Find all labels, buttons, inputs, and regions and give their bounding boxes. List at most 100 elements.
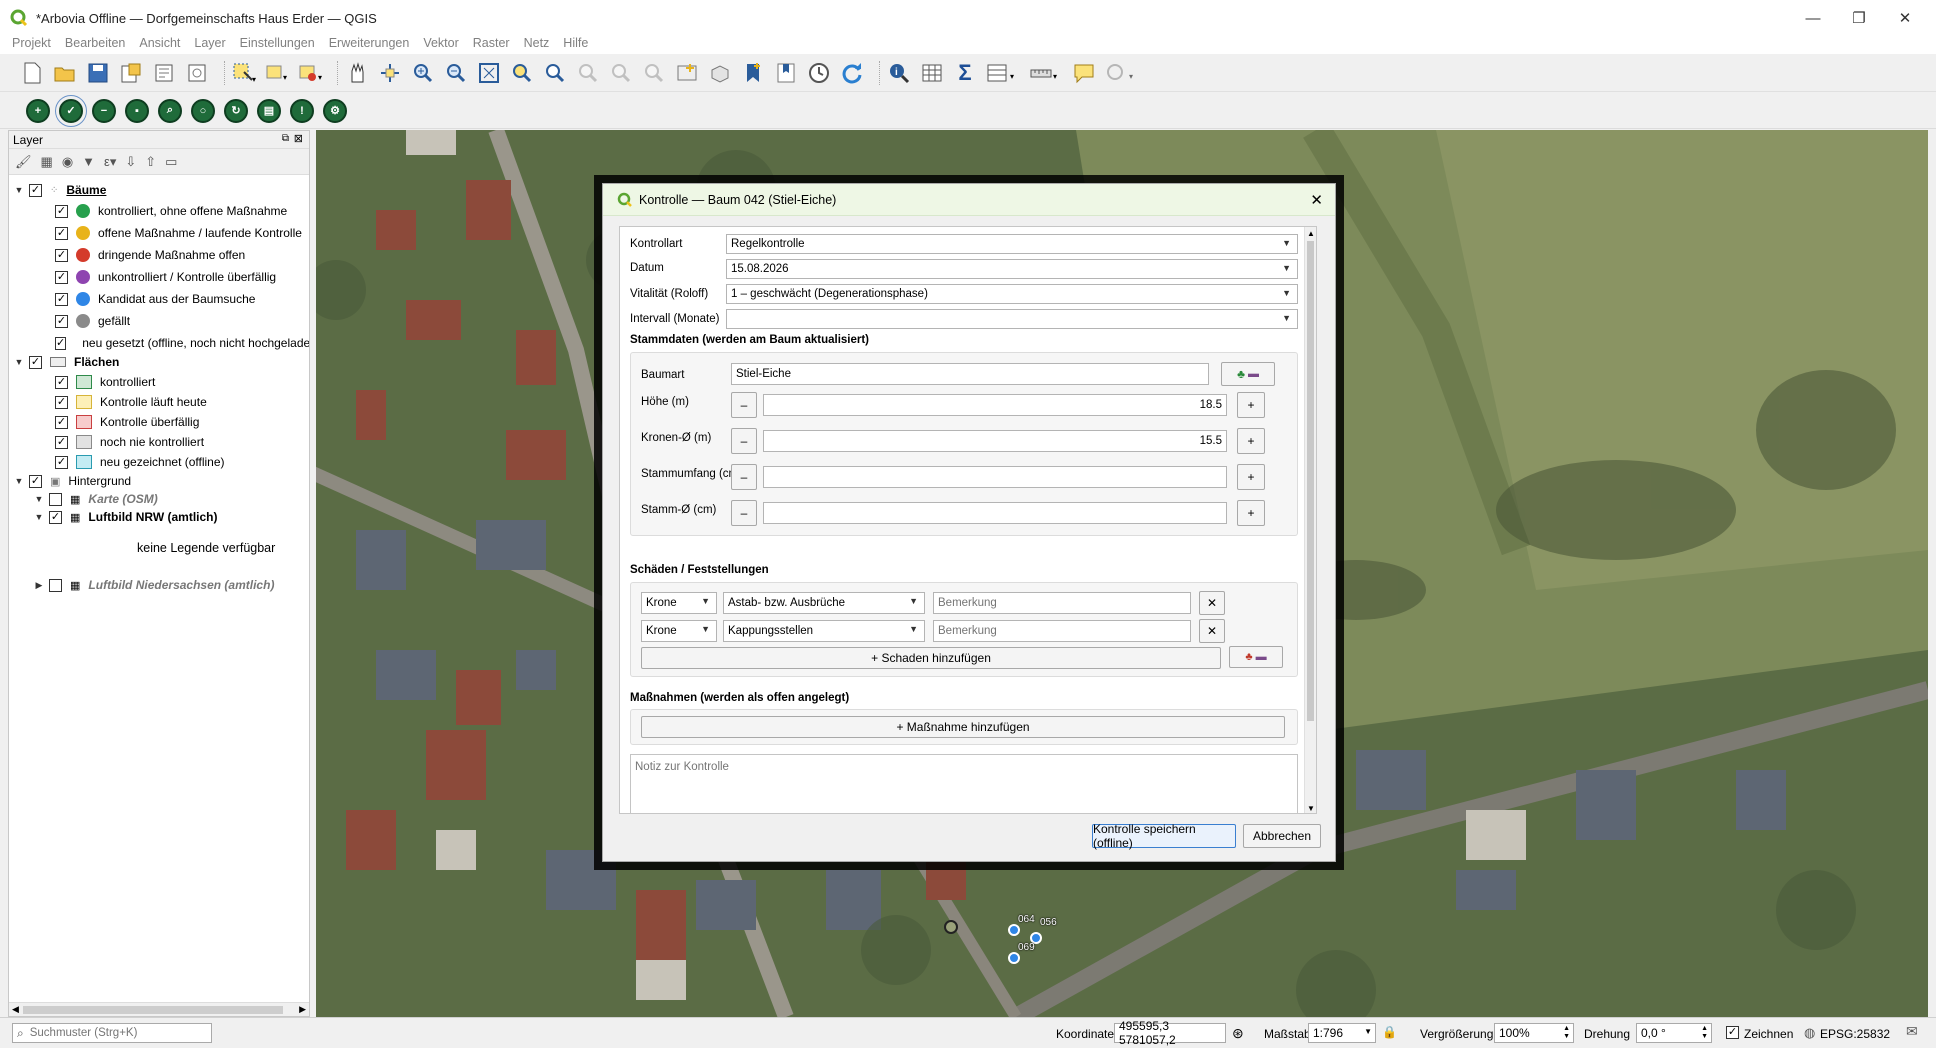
legend-item[interactable]: ✓ neu gezeichnet (offline) bbox=[55, 453, 225, 471]
menu-vektor[interactable]: Vektor bbox=[423, 36, 458, 50]
layer-baeume[interactable]: ▼ ✓ ⁘ Bäume bbox=[13, 181, 107, 199]
print-layout-icon[interactable] bbox=[152, 61, 176, 85]
schaden-type-select[interactable]: Astab- bzw. Ausbrüche ▼ bbox=[723, 592, 925, 614]
dialog-close-button[interactable]: ✕ bbox=[1310, 191, 1323, 209]
tree-add-area-icon[interactable]: ▪ bbox=[125, 98, 149, 123]
layer-checkbox[interactable]: ✓ bbox=[29, 355, 42, 369]
layer-checkbox[interactable]: ✓ bbox=[49, 510, 62, 524]
selected-tree-ring[interactable] bbox=[944, 920, 958, 934]
legend-checkbox[interactable]: ✓ bbox=[55, 204, 68, 218]
layer-luftbild-niedersachsen[interactable]: ▶ ▦ Luftbild Niedersachsen (amtlich) bbox=[33, 576, 275, 594]
add-group-icon[interactable]: ▦ bbox=[41, 154, 53, 170]
layout-manager-icon[interactable] bbox=[185, 61, 209, 85]
vergroesserung-spinbox[interactable]: 100% ▲ ▼ bbox=[1494, 1023, 1574, 1043]
menu-projekt[interactable]: Projekt bbox=[12, 36, 51, 50]
collapse-icon[interactable]: ▼ bbox=[33, 512, 45, 522]
hoehe-decrement-button[interactable]: – bbox=[731, 392, 757, 418]
legend-item[interactable]: ✓ Kontrolle überfällig bbox=[55, 413, 199, 431]
tree-warning-icon[interactable]: ! bbox=[290, 98, 314, 123]
style-layer-icon[interactable]: 🖌 bbox=[15, 154, 32, 170]
new-bookmark-icon[interactable] bbox=[741, 61, 765, 85]
deselect-icon[interactable]: ▾ bbox=[298, 61, 322, 85]
tree-target-icon[interactable]: ○ bbox=[191, 98, 215, 123]
legend-checkbox[interactable]: ✓ bbox=[55, 395, 68, 409]
locator-search-input[interactable] bbox=[29, 1027, 200, 1039]
show-bookmarks-icon[interactable] bbox=[774, 61, 798, 85]
collapse-all-icon[interactable]: ⇧ bbox=[145, 154, 156, 170]
menu-netz[interactable]: Netz bbox=[524, 36, 550, 50]
attribute-table-icon[interactable] bbox=[920, 61, 944, 85]
zoom-to-layer-icon[interactable] bbox=[543, 61, 567, 85]
massstab-select[interactable]: 1:796 ▼ bbox=[1308, 1023, 1376, 1043]
lock-scale-icon[interactable]: 🔒 bbox=[1382, 1025, 1397, 1039]
tree-offline-icon[interactable]: ▤ bbox=[257, 98, 281, 123]
legend-item[interactable]: ✓ neu gesetzt (offline, noch nicht hochge… bbox=[55, 334, 309, 352]
hoehe-increment-button[interactable]: + bbox=[1237, 392, 1265, 418]
float-panel-icon[interactable]: ⧉ bbox=[282, 133, 289, 144]
statistics-sum-icon[interactable]: Σ bbox=[953, 60, 977, 85]
measure-icon[interactable]: ▾ bbox=[1029, 61, 1063, 85]
schaden-note-input[interactable] bbox=[933, 620, 1191, 642]
legend-checkbox[interactable]: ✓ bbox=[55, 375, 68, 389]
legend-checkbox[interactable]: ✓ bbox=[55, 270, 68, 284]
new-map-view-icon[interactable] bbox=[675, 61, 699, 85]
remove-schaden-button[interactable]: ✕ bbox=[1199, 591, 1225, 615]
legend-checkbox[interactable]: ✓ bbox=[55, 226, 68, 240]
stammumfang-input[interactable] bbox=[763, 466, 1227, 488]
zeichnen-checkbox[interactable]: ✓ bbox=[1726, 1026, 1739, 1039]
collapse-icon[interactable]: ▼ bbox=[13, 476, 25, 486]
stammumfang-decrement-button[interactable]: – bbox=[731, 464, 757, 490]
tree-search-icon[interactable]: ⌕ bbox=[158, 98, 182, 123]
menu-einstellungen[interactable]: Einstellungen bbox=[240, 36, 315, 50]
baumart-input[interactable]: Stiel-Eiche bbox=[731, 363, 1209, 385]
minimize-button[interactable]: — bbox=[1790, 0, 1836, 36]
layer-checkbox[interactable]: ✓ bbox=[29, 183, 42, 197]
identify-features-icon[interactable]: i bbox=[887, 61, 911, 85]
baumart-lookup-button[interactable]: ♣ ▬ bbox=[1221, 362, 1275, 386]
add-massnahme-button[interactable]: + Maßnahme hinzufügen bbox=[641, 716, 1285, 738]
layer-panel-scrollbar[interactable]: ◀ ▶ bbox=[9, 1002, 309, 1016]
manage-visibility-icon[interactable]: ◉ bbox=[62, 154, 73, 170]
expand-icon[interactable]: ▶ bbox=[33, 580, 45, 591]
select-features-icon[interactable]: ▾ bbox=[232, 61, 256, 85]
legend-item[interactable]: ✓ offene Maßnahme / laufende Kontrolle bbox=[55, 224, 302, 242]
messages-icon[interactable]: ✉ bbox=[1906, 1023, 1918, 1040]
layer-flaechen[interactable]: ▼ ✓ Flächen bbox=[13, 353, 120, 371]
legend-item[interactable]: ✓ dringende Maßnahme offen bbox=[55, 246, 245, 264]
legend-item[interactable]: ✓ gefällt bbox=[55, 312, 130, 330]
tree-sync-icon[interactable]: ↻ bbox=[224, 98, 248, 123]
legend-item[interactable]: ✓ kontrolliert, ohne offene Maßnahme bbox=[55, 202, 287, 220]
stammumfang-increment-button[interactable]: + bbox=[1237, 464, 1265, 490]
legend-checkbox[interactable]: ✓ bbox=[55, 248, 68, 262]
zoom-next-icon[interactable] bbox=[642, 61, 666, 85]
legend-item[interactable]: ✓ noch nie kontrolliert bbox=[55, 433, 204, 451]
kontrollart-select[interactable]: Regelkontrolle ▼ bbox=[726, 234, 1298, 254]
menu-ansicht[interactable]: Ansicht bbox=[139, 36, 180, 50]
legend-checkbox[interactable]: ✓ bbox=[55, 336, 67, 350]
krone-decrement-button[interactable]: – bbox=[731, 428, 757, 454]
map-tips-icon[interactable] bbox=[1072, 61, 1096, 85]
cancel-button[interactable]: Abbrechen bbox=[1243, 824, 1321, 848]
filter-by-expression-icon[interactable]: ε▾ bbox=[104, 154, 116, 170]
legend-checkbox[interactable]: ✓ bbox=[55, 455, 68, 469]
layer-karte-osm[interactable]: ▼ ▦ Karte (OSM) bbox=[33, 490, 158, 508]
legend-item[interactable]: ✓ Kontrolle läuft heute bbox=[55, 393, 207, 411]
layer-checkbox[interactable] bbox=[49, 492, 62, 506]
tree-new-icon[interactable]: + bbox=[26, 98, 50, 123]
close-window-button[interactable]: ✕ bbox=[1882, 0, 1928, 36]
schaden-type-select[interactable]: Kappungsstellen ▼ bbox=[723, 620, 925, 642]
menu-layer[interactable]: Layer bbox=[194, 36, 225, 50]
datum-field[interactable]: 15.08.2026 ▼ bbox=[726, 259, 1298, 279]
menu-bearbeiten[interactable]: Bearbeiten bbox=[65, 36, 125, 50]
koordinate-field[interactable]: 495595,3 5781057,2 bbox=[1114, 1019, 1226, 1047]
save-as-icon[interactable] bbox=[119, 61, 143, 85]
layer-checkbox[interactable]: ✓ bbox=[29, 474, 42, 488]
layer-checkbox[interactable] bbox=[49, 578, 62, 592]
legend-checkbox[interactable]: ✓ bbox=[55, 435, 68, 449]
collapse-icon[interactable]: ▼ bbox=[13, 185, 25, 195]
refresh-icon[interactable] bbox=[840, 61, 864, 85]
pan-to-selection-icon[interactable] bbox=[378, 61, 402, 85]
tree-inspect-icon[interactable]: ✓ bbox=[55, 94, 87, 127]
tree-marker[interactable] bbox=[1008, 924, 1020, 936]
locator-search[interactable]: ⌕ bbox=[12, 1023, 212, 1043]
